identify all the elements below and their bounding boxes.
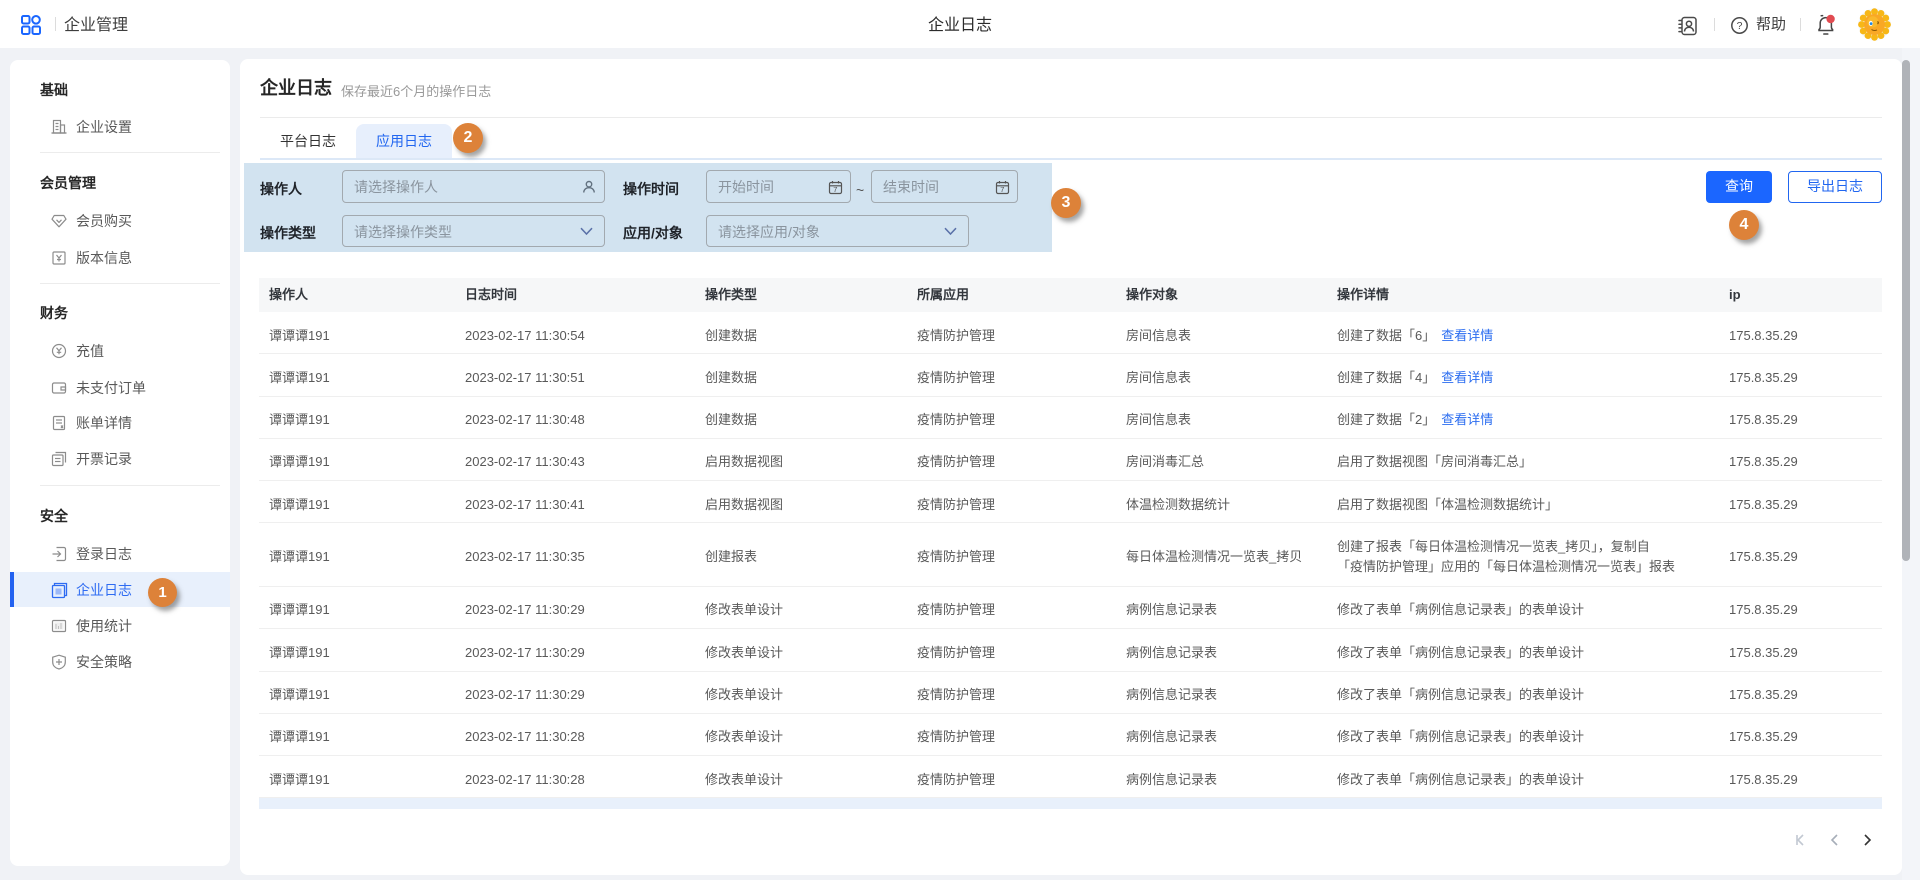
svg-text:7: 7: [833, 185, 837, 194]
svg-text:?: ?: [1737, 20, 1743, 32]
svg-text:7: 7: [1000, 185, 1004, 194]
